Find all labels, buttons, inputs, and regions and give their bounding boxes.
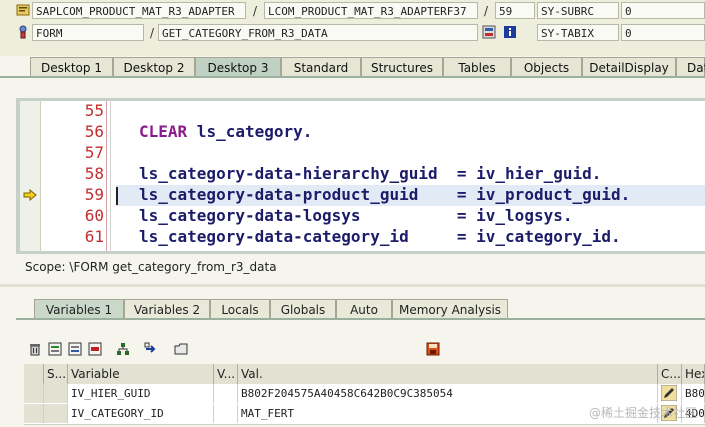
tab-underline — [0, 76, 705, 78]
tab-data-explorer[interactable]: Dat — [676, 57, 705, 77]
save-icon[interactable] — [426, 342, 440, 356]
append-row-icon[interactable] — [68, 342, 82, 356]
code-margin-line — [110, 101, 111, 251]
info-row-form: FORM / GET_CATEGORY_FROM_R3_DATA SY-TABI… — [0, 22, 705, 44]
delete-row-icon[interactable] — [88, 342, 102, 356]
pane-divider[interactable] — [0, 284, 705, 287]
tab-tables[interactable]: Tables — [443, 57, 511, 77]
desktop-tab-strip: Desktop 1 Desktop 2 Desktop 3 Standard S… — [0, 57, 705, 77]
status-cell — [44, 404, 68, 423]
scope-label: Scope: \FORM get_category_from_r3_data — [25, 260, 277, 274]
program-name-field[interactable]: SAPLCOM_PRODUCT_MAT_R3_ADAPTER — [32, 2, 246, 19]
tab-standard[interactable]: Standard — [281, 57, 361, 77]
sy-subrc-label: SY-SUBRC — [537, 2, 619, 19]
line-number-column: 55 56 57 58 59 60 61 — [40, 101, 107, 251]
separator: / — [253, 4, 258, 18]
sy-tabix-value[interactable]: 0 — [621, 24, 705, 41]
delete-icon[interactable] — [28, 342, 42, 356]
status-cell — [44, 384, 68, 403]
code-line-58[interactable]: ls_category-data-hierarchy_guid = iv_hie… — [139, 164, 601, 183]
event-type-field[interactable]: FORM — [32, 24, 144, 41]
tab-auto[interactable]: Auto — [336, 299, 392, 319]
edit-pencil-icon[interactable] — [661, 385, 677, 401]
abap-keyword: CLEAR — [139, 122, 188, 141]
navigate-icon[interactable] — [144, 342, 158, 356]
tab-objects[interactable]: Objects — [511, 57, 582, 77]
row-selector[interactable] — [24, 404, 44, 423]
column-header-status[interactable]: S... — [44, 364, 68, 384]
line-number: 59 — [84, 185, 104, 204]
current-line-arrow-icon — [23, 189, 37, 201]
line-number: 60 — [84, 206, 104, 225]
line-number: 61 — [84, 227, 104, 246]
column-header-hex[interactable]: Hex — [682, 364, 705, 384]
hex-cell[interactable]: B80 — [682, 384, 705, 403]
separator: / — [484, 4, 489, 18]
table-row[interactable]: IV_HIER_GUID B802F204575A40458C642B0C9C3… — [24, 384, 705, 405]
variable-cell[interactable]: IV_HIER_GUID — [68, 384, 214, 403]
tab-desktop-2[interactable]: Desktop 2 — [113, 57, 195, 77]
line-number: 58 — [84, 164, 104, 183]
bottom-tab-underline — [16, 318, 705, 320]
include-name-field[interactable]: LCOM_PRODUCT_MAT_R3_ADAPTERF37 — [264, 2, 478, 19]
code-line-61[interactable]: ls_category-data-category_id = iv_catego… — [139, 227, 621, 246]
column-header-value[interactable]: Val. — [238, 364, 658, 384]
variables-toolbar — [28, 342, 705, 360]
text-cursor — [116, 187, 118, 205]
value-cell[interactable]: B802F204575A40458C642B0C9C385054 — [238, 384, 658, 403]
sy-tabix-label: SY-TABIX — [537, 24, 619, 41]
column-header-change[interactable]: C... — [658, 364, 682, 384]
column-header-v[interactable]: V... — [214, 364, 238, 384]
tab-desktop-3[interactable]: Desktop 3 — [195, 57, 281, 77]
info-icon[interactable] — [503, 25, 517, 39]
watermark: @稀土掘金技术社区 — [588, 406, 697, 420]
column-selector[interactable] — [24, 364, 44, 384]
form-icon — [19, 25, 27, 39]
breakpoint-icon[interactable] — [482, 25, 496, 39]
code-line-56[interactable]: CLEAR ls_category. — [139, 122, 312, 141]
column-header-variable[interactable]: Variable — [68, 364, 214, 384]
tab-locals[interactable]: Locals — [210, 299, 270, 319]
hierarchy-icon[interactable] — [116, 342, 130, 356]
v-cell — [214, 384, 238, 403]
code-text: ls_category. — [187, 122, 313, 141]
tab-variables-2[interactable]: Variables 2 — [124, 299, 210, 319]
tab-globals[interactable]: Globals — [270, 299, 336, 319]
tab-desktop-1[interactable]: Desktop 1 — [30, 57, 113, 77]
tab-detail-display[interactable]: DetailDisplay — [582, 57, 676, 77]
variable-cell[interactable]: IV_CATEGORY_ID — [68, 404, 214, 423]
sy-subrc-value[interactable]: 0 — [621, 2, 705, 19]
change-cell[interactable] — [658, 384, 682, 403]
line-number: 57 — [84, 143, 104, 162]
event-name-field[interactable]: GET_CATEGORY_FROM_R3_DATA — [158, 24, 478, 41]
info-row-program: SAPLCOM_PRODUCT_MAT_R3_ADAPTER / LCOM_PR… — [0, 0, 705, 22]
tab-memory-analysis[interactable]: Memory Analysis — [392, 299, 508, 319]
code-line-59[interactable]: ls_category-data-product_guid = iv_produ… — [139, 185, 630, 204]
tab-variables-1[interactable]: Variables 1 — [34, 299, 124, 319]
tab-structures[interactable]: Structures — [361, 57, 443, 77]
insert-row-icon[interactable] — [48, 342, 62, 356]
breakpoint-gutter[interactable] — [20, 101, 41, 251]
line-number-field[interactable]: 59 — [495, 2, 535, 19]
separator: / — [150, 26, 155, 40]
v-cell — [214, 404, 238, 423]
debugger-info-bar: SAPLCOM_PRODUCT_MAT_R3_ADAPTER / LCOM_PR… — [0, 0, 705, 56]
variables-tab-strip: Variables 1 Variables 2 Locals Globals A… — [0, 299, 705, 319]
line-number: 55 — [84, 101, 104, 120]
folder-icon[interactable] — [174, 342, 188, 356]
table-header: S... Variable V... Val. C... Hex — [24, 364, 705, 385]
row-selector[interactable] — [24, 384, 44, 403]
program-icon — [16, 4, 30, 16]
source-code-editor[interactable]: 55 56 57 58 59 60 61 CLEAR ls_category. … — [20, 101, 705, 251]
code-line-60[interactable]: ls_category-data-logsys = iv_logsys. — [139, 206, 572, 225]
line-number: 56 — [84, 122, 104, 141]
